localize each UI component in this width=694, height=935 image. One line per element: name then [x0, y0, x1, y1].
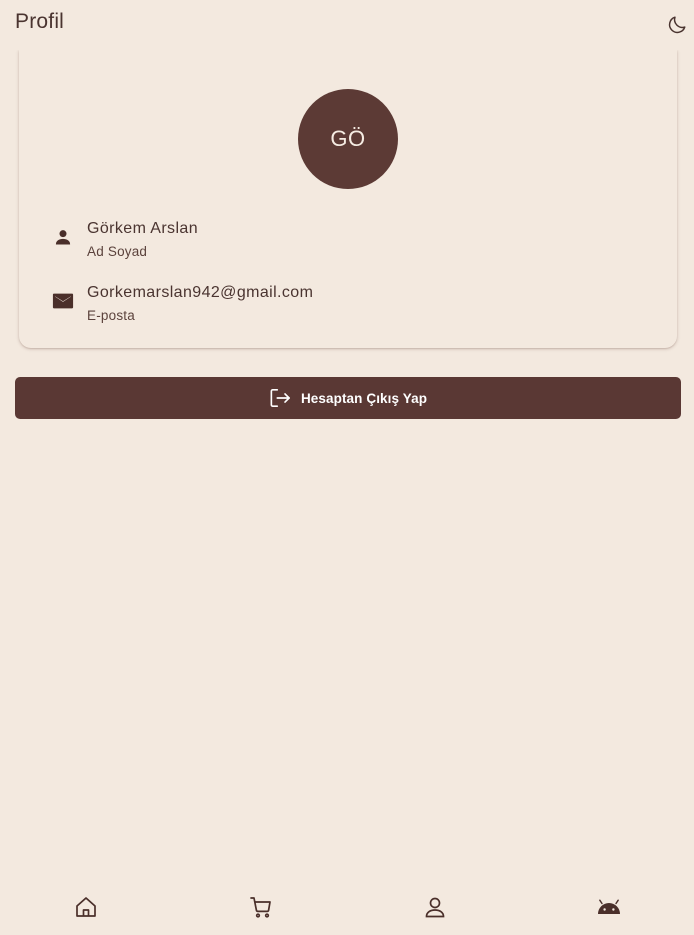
person-icon	[52, 226, 74, 248]
nav-profile[interactable]	[422, 894, 448, 920]
nav-cart[interactable]	[248, 894, 274, 920]
home-icon	[76, 897, 96, 917]
moon-icon	[668, 16, 686, 34]
theme-toggle-button[interactable]	[664, 12, 690, 38]
page-title: Profil	[15, 10, 65, 33]
name-label: Ad Soyad	[87, 244, 148, 259]
name-value: Görkem Arslan	[87, 220, 199, 237]
app-bar: Profil	[0, 0, 694, 50]
name-row: Görkem Arslan Ad Soyad	[19, 218, 677, 268]
email-label: E-posta	[87, 308, 135, 323]
avatar-initials: GÖ	[330, 126, 366, 151]
nav-home[interactable]	[73, 894, 99, 920]
logout-icon	[270, 389, 290, 407]
android-icon	[598, 899, 620, 914]
bottom-navigation	[0, 880, 694, 935]
logout-button[interactable]: Hesaptan Çıkış Yap	[15, 377, 681, 419]
profile-icon	[425, 897, 445, 918]
profile-card: GÖ Görkem Arslan Ad Soyad Gorkemarslan94…	[19, 50, 677, 348]
avatar: GÖ	[298, 89, 398, 189]
cart-icon	[250, 897, 271, 918]
email-value: Gorkemarslan942@gmail.com	[87, 284, 314, 301]
email-row: Gorkemarslan942@gmail.com E-posta	[19, 282, 677, 332]
nav-android[interactable]	[596, 894, 622, 920]
profile-screen: Profil GÖ Görkem Arslan Ad Soyad Gorkema…	[0, 0, 694, 935]
logout-label: Hesaptan Çıkış Yap	[300, 390, 428, 406]
mail-icon	[52, 290, 74, 312]
